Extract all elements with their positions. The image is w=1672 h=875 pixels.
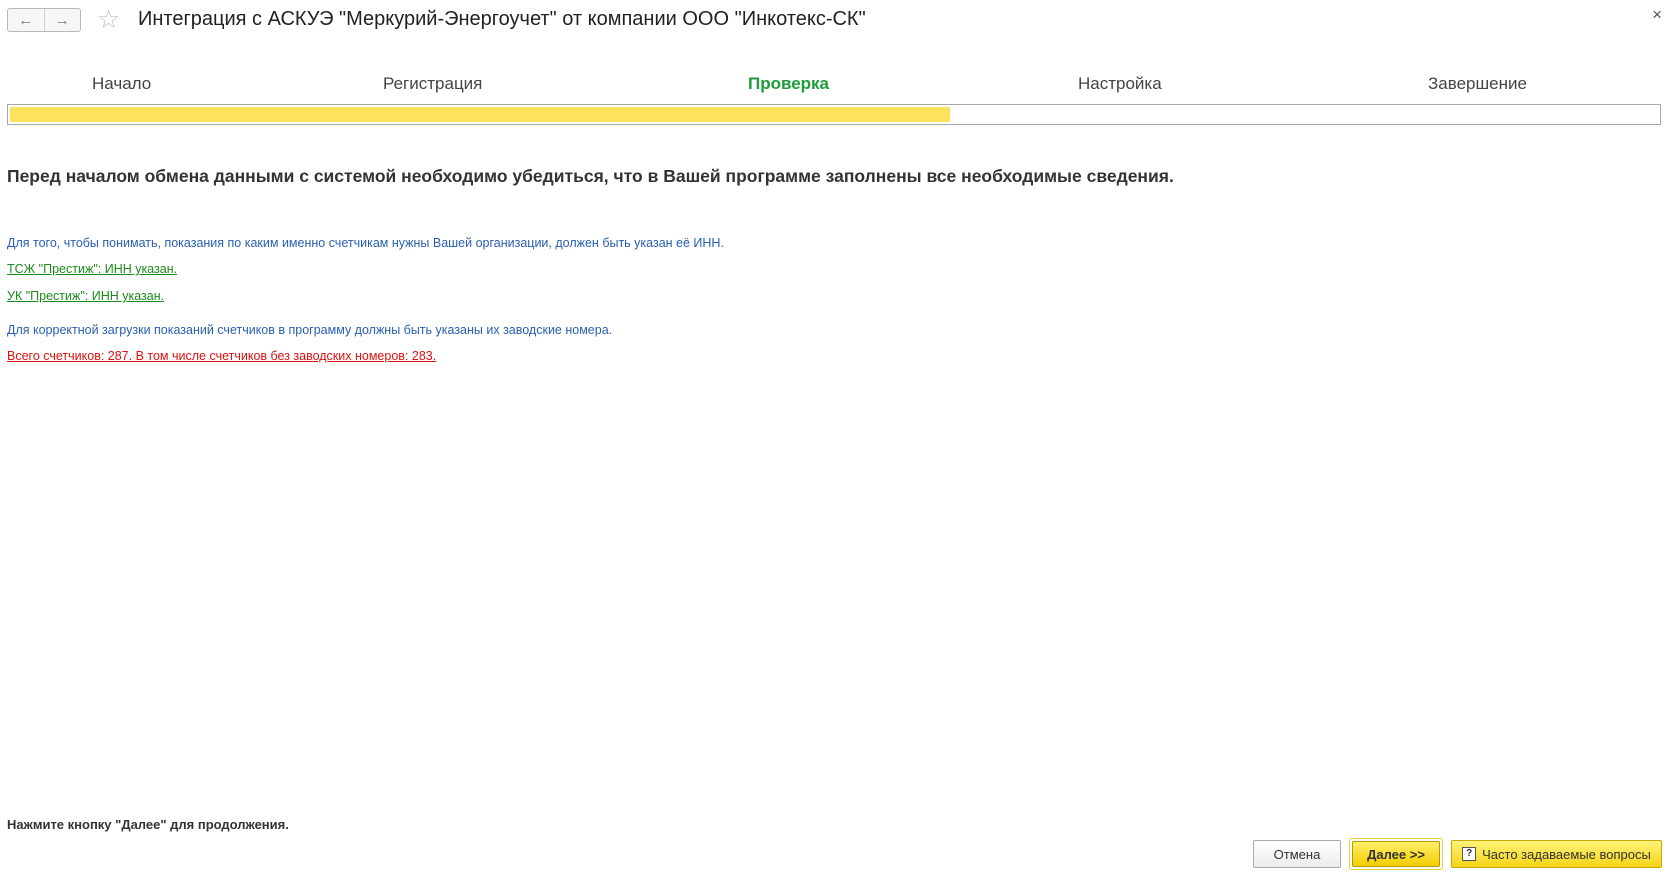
next-button[interactable]: Далее >>	[1352, 841, 1440, 867]
org-tsj-inn-link[interactable]: ТСЖ "Престиж": ИНН указан.	[7, 262, 177, 276]
meters-warning-link[interactable]: Всего счетчиков: 287. В том числе счетчи…	[7, 349, 436, 363]
help-question-icon: ?	[1462, 847, 1477, 861]
wizard-steps: Начало Регистрация Проверка Настройка За…	[0, 74, 1672, 98]
back-arrow-icon[interactable]: ←	[8, 9, 44, 31]
cancel-button[interactable]: Отмена	[1253, 840, 1341, 868]
favorite-star-icon[interactable]: ☆	[97, 4, 120, 34]
close-icon[interactable]: ×	[1652, 5, 1662, 25]
footer-hint: Нажмите кнопку "Далее" для продолжения.	[7, 817, 289, 832]
step-registration: Регистрация	[383, 74, 483, 93]
org-uk-inn-link[interactable]: УК "Престиж": ИНН указан.	[7, 289, 164, 303]
page-headline: Перед началом обмена данными с системой …	[7, 166, 1174, 186]
forward-arrow-icon[interactable]: →	[43, 9, 81, 31]
step-finish: Завершение	[1428, 74, 1527, 93]
wizard-progress-bar	[7, 104, 1661, 125]
wizard-window: ← → ☆ Интеграция с АСКУЭ "Меркурий-Энерг…	[0, 0, 1672, 875]
progress-fill	[10, 107, 950, 122]
inn-info-text: Для того, чтобы понимать, показания по к…	[7, 236, 724, 250]
faq-button-label: Часто задаваемые вопросы	[1482, 846, 1651, 862]
window-title: Интеграция с АСКУЭ "Меркурий-Энергоучет"…	[138, 8, 866, 30]
meters-info-text: Для корректной загрузки показаний счетчи…	[7, 323, 613, 337]
step-settings: Настройка	[1078, 74, 1162, 93]
step-start: Начало	[92, 74, 152, 93]
history-nav: ← →	[7, 8, 81, 32]
step-verification: Проверка	[748, 74, 830, 93]
faq-button[interactable]: ? Часто задаваемые вопросы	[1451, 840, 1662, 868]
